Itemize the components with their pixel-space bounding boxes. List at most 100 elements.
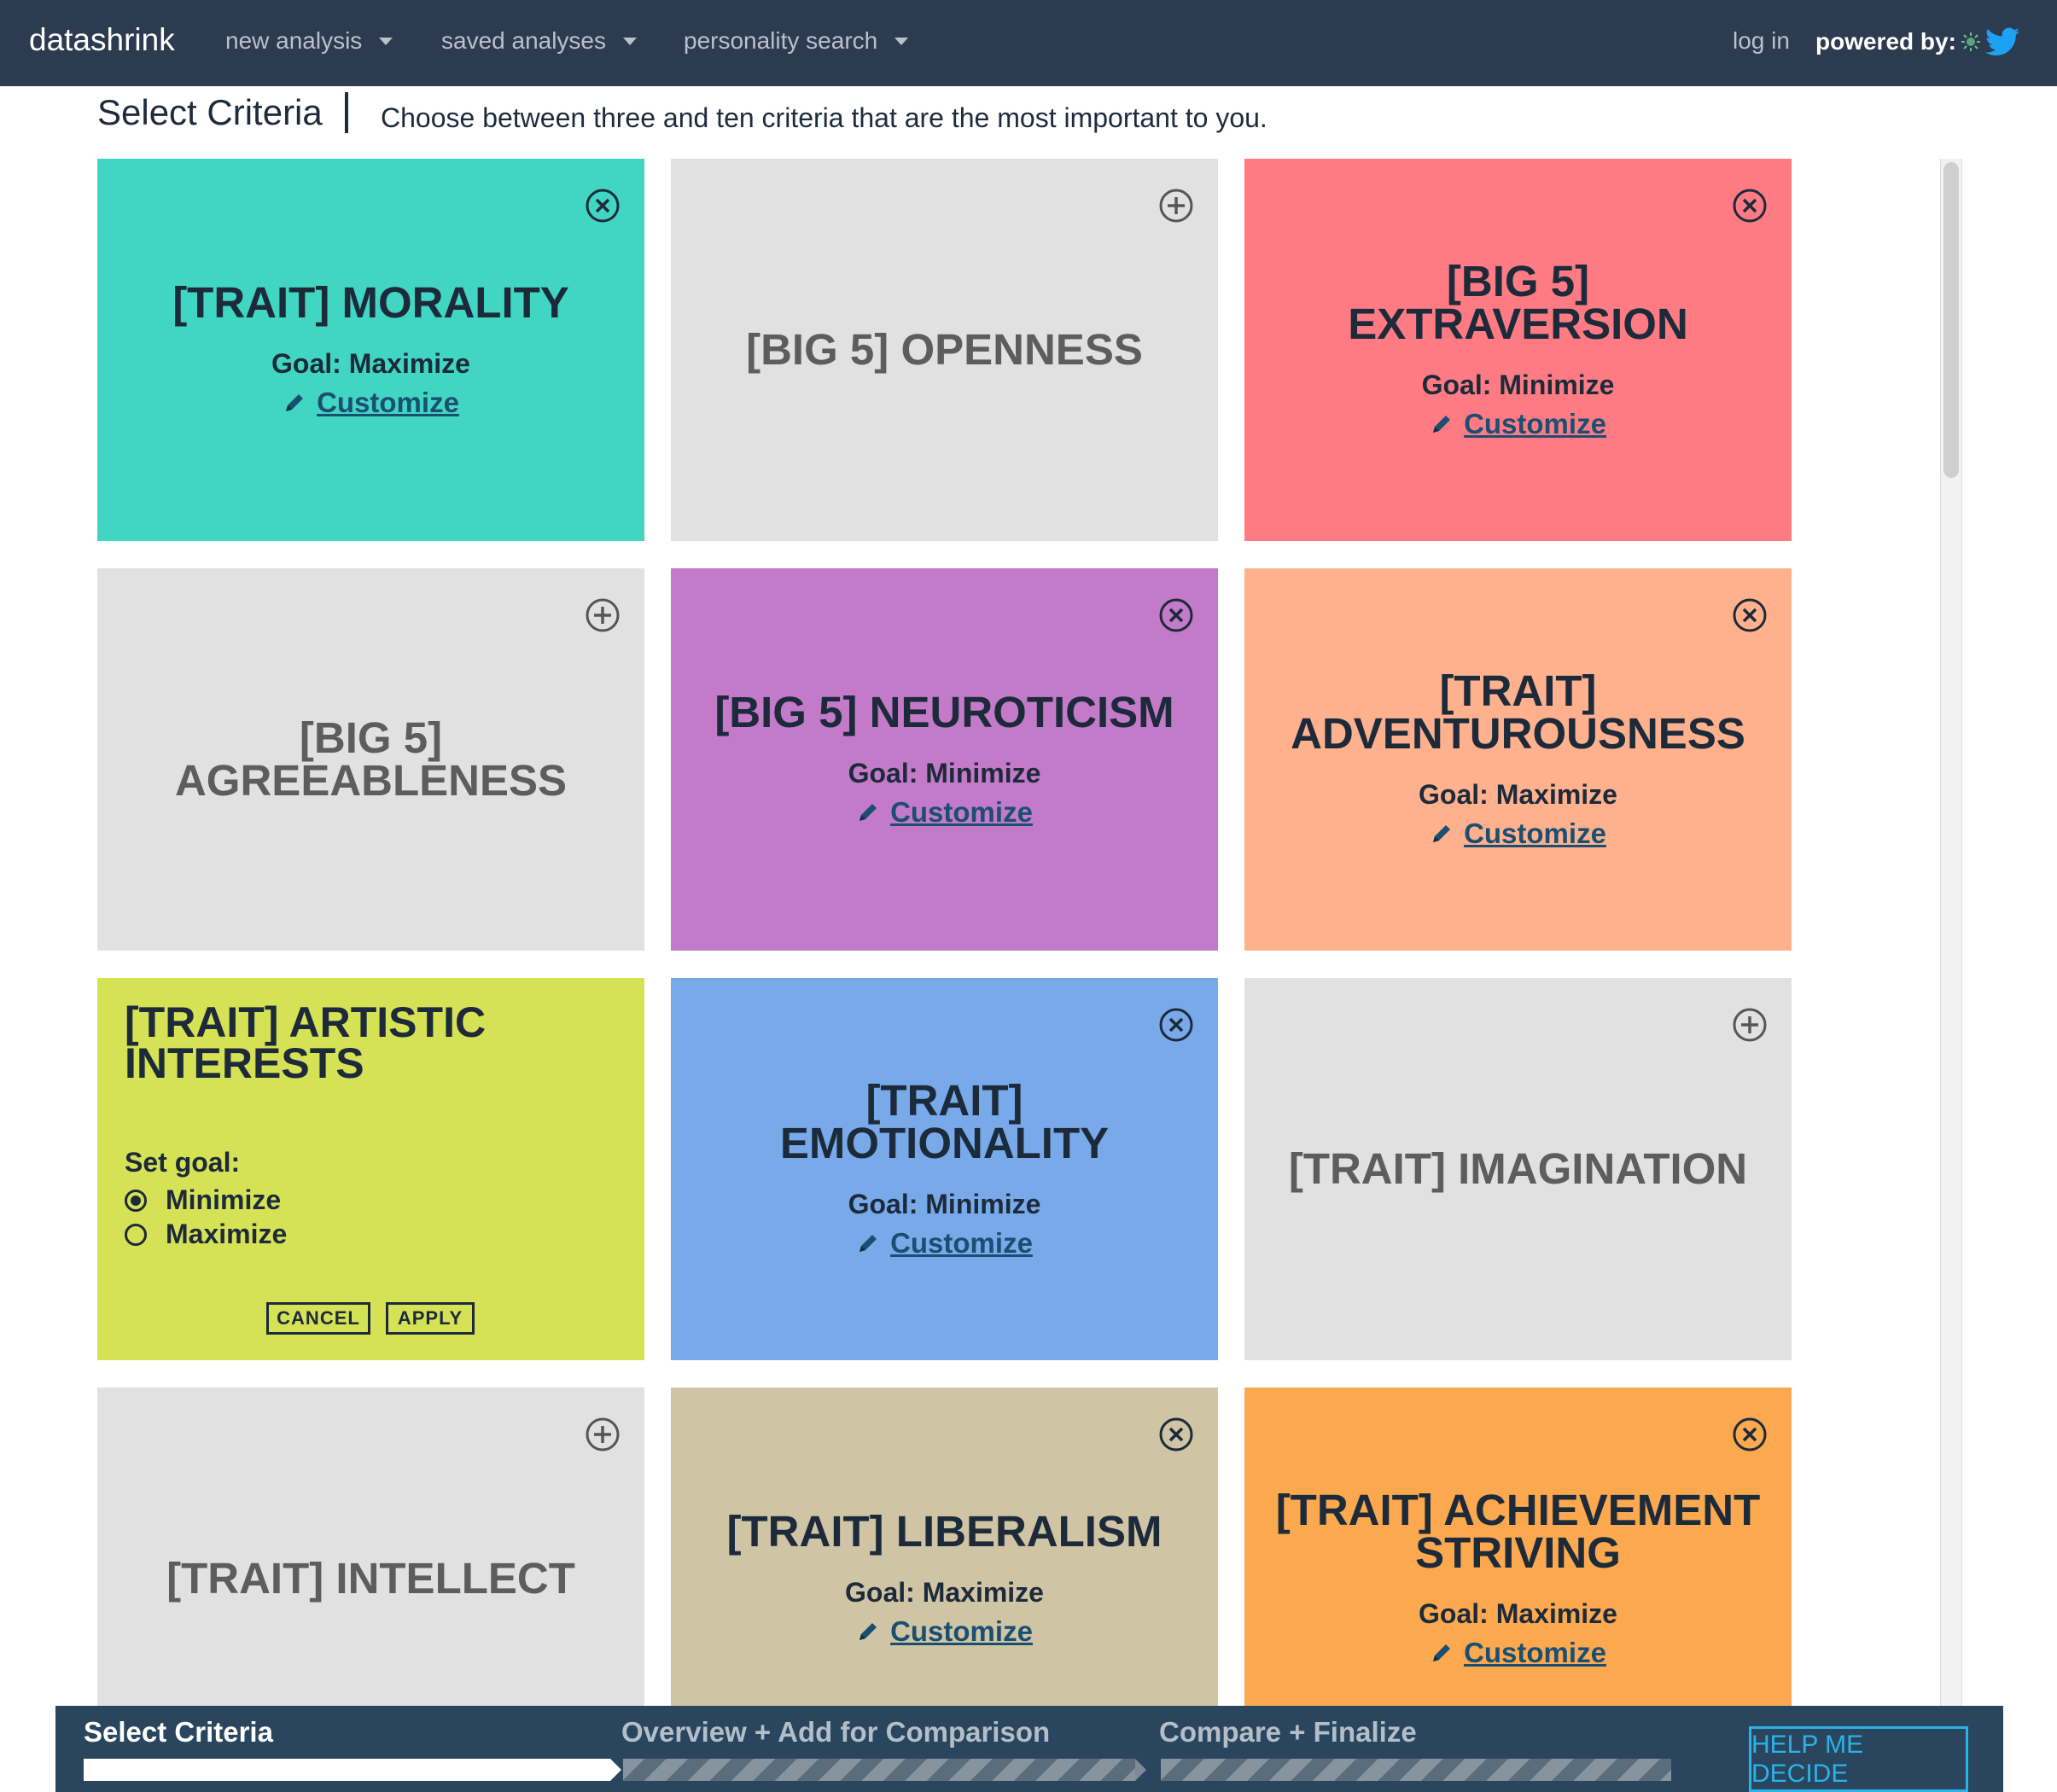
card-title: [TRAIT] ACHIEVEMENT STRIVING bbox=[1275, 1485, 1761, 1577]
card-title: [TRAIT] LIBERALISM bbox=[726, 1506, 1163, 1556]
criteria-card-morality[interactable]: [TRAIT] MORALITY Goal: Maximize Customiz… bbox=[97, 159, 644, 541]
card-title: [BIG 5] AGREEABLENESS bbox=[174, 713, 568, 805]
customize-link[interactable]: Customize bbox=[317, 387, 459, 419]
add-circle-icon[interactable] bbox=[585, 597, 621, 633]
criteria-card-extraversion[interactable]: [BIG 5] EXTRAVERSION Goal: Minimize Cust… bbox=[1244, 159, 1792, 541]
progress-arrow-1 bbox=[610, 1759, 621, 1781]
card-goal: Goal: Maximize bbox=[271, 347, 470, 379]
step-overview: Overview + Add for Comparison bbox=[621, 1716, 1051, 1748]
goal-option-maximize[interactable]: Maximize bbox=[125, 1219, 287, 1250]
card-title: [BIG 5] NEUROTICISM bbox=[714, 687, 1174, 736]
progress-bar-step-3 bbox=[1161, 1759, 1671, 1781]
card-content: [BIG 5] OPENNESS bbox=[696, 159, 1192, 541]
apply-button[interactable]: APPLY bbox=[386, 1302, 475, 1335]
card-title: [TRAIT] EMOTIONALITY bbox=[779, 1075, 1110, 1167]
pencil-icon bbox=[860, 803, 877, 821]
customize-control[interactable]: Customize bbox=[283, 387, 459, 419]
radio-button-unchecked[interactable] bbox=[125, 1223, 147, 1246]
criteria-card-agreeableness[interactable]: [BIG 5] AGREEABLENESS bbox=[97, 568, 644, 951]
scrollbar-track[interactable] bbox=[1940, 159, 1962, 1707]
brand-logo[interactable]: datashrink bbox=[29, 22, 175, 58]
customize-link[interactable]: Customize bbox=[1464, 817, 1606, 850]
card-title: [TRAIT] ARTISTIC INTERESTS bbox=[125, 998, 487, 1087]
customize-link[interactable]: Customize bbox=[1464, 408, 1606, 440]
card-title: [TRAIT] INTELLECT bbox=[166, 1554, 575, 1603]
pencil-icon bbox=[1433, 824, 1451, 842]
option-label: Maximize bbox=[166, 1219, 288, 1249]
login-link[interactable]: log in bbox=[1733, 27, 1790, 55]
page-subtitle: Choose between three and ten criteria th… bbox=[381, 102, 1267, 133]
pencil-icon bbox=[860, 1234, 877, 1252]
step-compare-finalize: Compare + Finalize bbox=[1159, 1716, 1417, 1748]
customize-link[interactable]: Customize bbox=[890, 796, 1033, 829]
customize-control[interactable]: Customize bbox=[1430, 1637, 1606, 1669]
customize-link[interactable]: Customize bbox=[890, 1227, 1033, 1260]
title-divider bbox=[345, 92, 348, 133]
caret-down-icon bbox=[379, 37, 393, 45]
criteria-card-imagination[interactable]: [TRAIT] IMAGINATION bbox=[1244, 978, 1792, 1360]
watson-logo-icon bbox=[1961, 32, 1980, 51]
card-title: [TRAIT] MORALITY bbox=[172, 277, 569, 327]
customize-link[interactable]: Customize bbox=[890, 1615, 1033, 1648]
menu-label: saved analyses bbox=[441, 27, 607, 54]
pencil-icon bbox=[1433, 415, 1451, 433]
customize-control[interactable]: Customize bbox=[1430, 408, 1606, 440]
customize-control[interactable]: Customize bbox=[856, 1227, 1033, 1260]
twitter-bird-icon bbox=[1984, 27, 2019, 55]
criteria-card-neuroticism[interactable]: [BIG 5] NEUROTICISM Goal: Minimize Custo… bbox=[671, 568, 1218, 951]
card-title: [TRAIT] ADVENTUROUSNESS bbox=[1291, 666, 1745, 758]
card-goal: Goal: Maximize bbox=[1419, 1597, 1617, 1629]
criteria-card-artistic-interests-editor: [TRAIT] ARTISTIC INTERESTS Set goal: Min… bbox=[97, 978, 644, 1360]
customize-control[interactable]: Customize bbox=[856, 1615, 1033, 1648]
goal-option-minimize[interactable]: Minimize bbox=[125, 1184, 281, 1216]
card-goal: Goal: Minimize bbox=[848, 757, 1041, 788]
menu-new-analysis[interactable]: new analysis bbox=[225, 27, 393, 55]
menu-personality-search[interactable]: personality search bbox=[684, 27, 909, 55]
card-goal: Goal: Minimize bbox=[848, 1188, 1041, 1219]
card-title: [TRAIT] IMAGINATION bbox=[1288, 1144, 1748, 1193]
menu-label: new analysis bbox=[225, 27, 363, 54]
progress-footer: Select Criteria Overview + Add for Compa… bbox=[55, 1706, 2003, 1792]
card-content: [BIG 5] NEUROTICISM Goal: Minimize Custo… bbox=[696, 568, 1192, 951]
customize-link[interactable]: Customize bbox=[1464, 1637, 1606, 1669]
customize-control[interactable]: Customize bbox=[856, 796, 1033, 829]
set-goal-label: Set goal: bbox=[125, 1147, 241, 1178]
criteria-card-openness[interactable]: [BIG 5] OPENNESS bbox=[671, 159, 1218, 541]
cancel-button[interactable]: CANCEL bbox=[266, 1302, 370, 1335]
card-content: [BIG 5] EXTRAVERSION Goal: Minimize Cust… bbox=[1330, 159, 1706, 541]
page-title: Select Criteria bbox=[97, 92, 323, 132]
progress-bar-step-1 bbox=[84, 1759, 610, 1781]
powered-by: powered by: bbox=[1815, 27, 2019, 56]
progress-bar-step-2 bbox=[623, 1759, 1135, 1781]
criteria-card-adventurousness[interactable]: [TRAIT] ADVENTUROUSNESS Goal: Maximize C… bbox=[1244, 568, 1792, 951]
customize-control[interactable]: Customize bbox=[1430, 817, 1606, 850]
help-me-decide-button[interactable]: HELP ME DECIDE bbox=[1749, 1726, 1968, 1792]
card-content: [BIG 5] AGREEABLENESS bbox=[175, 568, 567, 951]
progress-arrow-2 bbox=[1135, 1759, 1146, 1781]
caret-down-icon bbox=[894, 37, 909, 45]
card-content: [TRAIT] EMOTIONALITY Goal: Minimize Cust… bbox=[739, 978, 1150, 1360]
card-content: [TRAIT] MORALITY Goal: Maximize Customiz… bbox=[123, 159, 619, 541]
criteria-card-emotionality[interactable]: [TRAIT] EMOTIONALITY Goal: Minimize Cust… bbox=[671, 978, 1218, 1360]
remove-circle-icon[interactable] bbox=[1732, 188, 1768, 224]
remove-circle-icon[interactable] bbox=[1158, 1007, 1194, 1043]
step-select-criteria: Select Criteria bbox=[84, 1716, 273, 1748]
pencil-icon bbox=[1433, 1644, 1451, 1661]
menu-saved-analyses[interactable]: saved analyses bbox=[441, 27, 638, 55]
radio-button-checked[interactable] bbox=[125, 1189, 147, 1212]
card-goal: Goal: Maximize bbox=[845, 1576, 1044, 1608]
pencil-icon bbox=[860, 1622, 877, 1640]
scrollbar-thumb[interactable] bbox=[1943, 162, 1959, 478]
caret-down-icon bbox=[623, 37, 638, 45]
card-goal: Goal: Minimize bbox=[1421, 369, 1615, 400]
card-content: [TRAIT] ADVENTUROUSNESS Goal: Maximize C… bbox=[1279, 568, 1757, 951]
card-title: [BIG 5] EXTRAVERSION bbox=[1348, 256, 1688, 348]
card-title: [BIG 5] OPENNESS bbox=[746, 325, 1143, 374]
menu-label: personality search bbox=[684, 27, 878, 54]
option-label: Minimize bbox=[166, 1184, 282, 1215]
powered-by-label: powered by: bbox=[1815, 28, 1956, 55]
card-content: [TRAIT] IMAGINATION bbox=[1270, 978, 1766, 1360]
top-navbar: datashrink new analysis saved analyses p… bbox=[0, 0, 2057, 86]
card-goal: Goal: Maximize bbox=[1419, 778, 1617, 810]
pencil-icon bbox=[286, 393, 304, 411]
